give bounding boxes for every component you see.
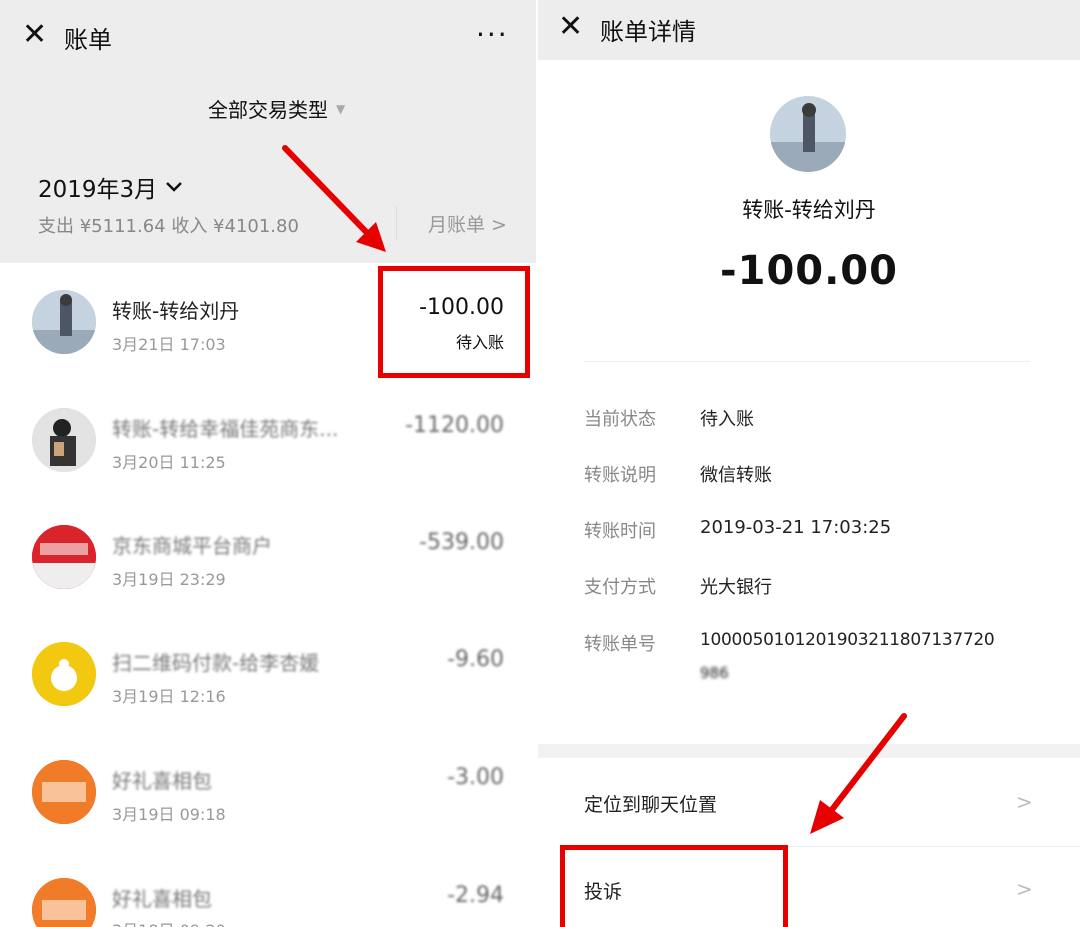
avatar: [32, 760, 96, 824]
transaction-date: 3月20日 11:25: [112, 453, 226, 472]
time-value: 2019-03-21 17:03:25: [700, 517, 892, 538]
summary-text: 支出 ¥5111.64 收入 ¥4101.80: [38, 216, 299, 237]
caret-down-icon: ▼: [336, 101, 346, 116]
list-item[interactable]: 扫二维码付款-给李杏媛 3月19日 12:16 -9.60: [0, 615, 536, 733]
transaction-amount: -3.00: [447, 765, 504, 790]
page-title: 账单详情: [600, 18, 696, 46]
locate-chat-label: 定位到聊天位置: [584, 794, 718, 816]
chevron-right-icon: >: [1016, 877, 1033, 901]
monthly-bill-link[interactable]: 月账单 >: [428, 210, 507, 237]
avatar: [770, 96, 846, 172]
transaction-amount: -1120.00: [405, 413, 504, 438]
transaction-amount: -9.60: [447, 647, 504, 672]
close-icon[interactable]: ✕: [558, 12, 583, 42]
transaction-amount: -100.00: [720, 248, 898, 294]
list-item[interactable]: 京东商城平台商户 3月19日 23:29 -539.00: [0, 498, 536, 616]
transaction-name: 转账-转给幸福佳苑商东...: [112, 417, 339, 441]
filter-bar: 全部交易类型 ▼: [0, 70, 536, 150]
transaction-number-value: 1000050101201903211807137720: [700, 630, 995, 650]
transaction-name: 扫二维码付款-给李杏媛: [112, 651, 320, 675]
filter-label: 全部交易类型: [208, 98, 328, 122]
divider: [584, 361, 1030, 362]
chevron-right-icon: >: [1016, 790, 1033, 814]
list-item[interactable]: 好礼喜相包 3月19日 09:18 -3.00: [0, 733, 536, 851]
transaction-amount: -539.00: [419, 530, 504, 555]
bill-list-panel: ✕ 账单 ··· 全部交易类型 ▼ 2019年3月 支出 ¥5111.64 收入…: [0, 0, 536, 927]
transaction-name: 转账-转给刘丹: [112, 299, 240, 323]
month-selector[interactable]: 2019年3月: [38, 170, 183, 204]
description-label: 转账说明: [584, 465, 656, 486]
annotation-arrow: [282, 145, 386, 252]
status-value: 待入账: [700, 409, 754, 430]
transaction-amount: -2.94: [447, 883, 504, 908]
list-item[interactable]: 转账-转给幸福佳苑商东... 3月20日 11:25 -1120.00: [0, 381, 536, 499]
transaction-number-value-cont: 986: [700, 664, 729, 682]
transaction-date: 3月19日 12:16: [112, 687, 226, 706]
avatar: [32, 408, 96, 472]
avatar: [32, 878, 96, 927]
status-label: 当前状态: [584, 409, 656, 430]
annotation-highlight-box: [378, 266, 530, 378]
avatar: [32, 290, 96, 354]
annotation-highlight-box: [560, 845, 788, 927]
transaction-date: 3月19日 23:29: [112, 570, 226, 589]
bill-detail-panel: ✕ 账单详情 转账-转给刘丹 -100.00 当前状态 待入账 转账说明 微信转…: [538, 0, 1080, 927]
transaction-name: 好礼喜相包: [112, 887, 212, 911]
avatar: [32, 642, 96, 706]
month-header: 2019年3月 支出 ¥5111.64 收入 ¥4101.80 月账单 >: [0, 150, 536, 263]
more-icon[interactable]: ···: [476, 18, 509, 51]
payment-method-value: 光大银行: [700, 577, 772, 598]
month-summary: 支出 ¥5111.64 收入 ¥4101.80: [38, 212, 299, 238]
transaction-name: 好礼喜相包: [112, 769, 212, 793]
chevron-down-icon: [166, 182, 183, 192]
navigation-bar: ✕ 账单 ···: [0, 0, 536, 70]
list-item[interactable]: 好礼喜相包 3月18日 09:20 -2.94: [0, 851, 536, 927]
navigation-bar: ✕ 账单详情: [538, 0, 1080, 60]
transfer-name: 转账-转给刘丹: [742, 198, 876, 222]
payment-method-label: 支付方式: [584, 577, 656, 598]
transaction-date: 3月19日 09:18: [112, 805, 226, 824]
transaction-name: 京东商城平台商户: [112, 534, 272, 558]
page-title: 账单: [64, 26, 112, 54]
transaction-type-filter[interactable]: 全部交易类型 ▼: [208, 94, 345, 123]
avatar: [32, 525, 96, 589]
annotation-arrow: [810, 713, 907, 834]
month-label: 2019年3月: [38, 177, 158, 203]
transaction-date: 3月21日 17:03: [112, 335, 226, 354]
close-icon[interactable]: ✕: [22, 20, 47, 50]
transaction-date: 3月18日 09:20: [112, 917, 226, 927]
time-label: 转账时间: [584, 521, 656, 542]
description-value: 微信转账: [700, 465, 772, 486]
transaction-number-label: 转账单号: [584, 634, 656, 655]
